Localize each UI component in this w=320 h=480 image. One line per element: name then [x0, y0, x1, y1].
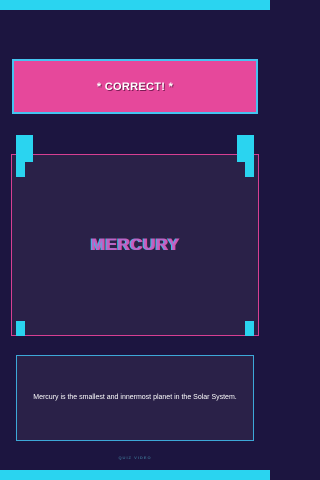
answer-text: MERCURY [90, 235, 180, 254]
watermark-text: QUIZ VIDEO [118, 455, 152, 460]
feedback-text: * CORRECT! * [96, 80, 174, 93]
corner-bracket-top-left [16, 135, 33, 162]
corner-bracket-top-right-tab [245, 162, 254, 177]
fact-text: Mercury is the smallest and innermost pl… [33, 394, 237, 402]
corner-bracket-top-left-tab [16, 162, 25, 177]
corner-bracket-bottom-left [16, 321, 25, 336]
corner-bracket-top-right [237, 135, 254, 162]
answer-card: MERCURY [11, 154, 259, 336]
top-accent-bar [0, 0, 270, 10]
corner-bracket-bottom-right [245, 321, 254, 336]
correct-feedback-banner: * CORRECT! * [12, 59, 258, 114]
bottom-accent-bar [0, 470, 270, 480]
fact-panel: Mercury is the smallest and innermost pl… [16, 355, 254, 441]
